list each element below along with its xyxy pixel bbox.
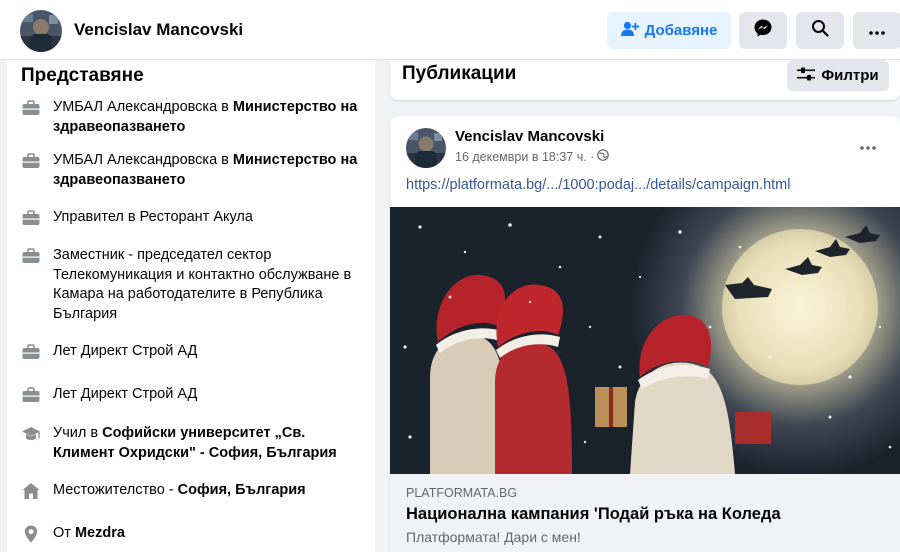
post-time-text[interactable]: 16 декември в 18:37 ч. · bbox=[455, 150, 594, 164]
post-options-button[interactable] bbox=[850, 134, 886, 158]
post-image[interactable] bbox=[390, 207, 900, 474]
add-friend-button[interactable]: Добавяне bbox=[607, 12, 731, 49]
intro-item-text: От Mezdra bbox=[53, 525, 125, 541]
intro-item-residence: Местожителство - София, България bbox=[21, 481, 366, 501]
avatar[interactable] bbox=[406, 128, 446, 168]
intro-item-link[interactable]: Mezdra bbox=[75, 525, 125, 541]
post-link[interactable]: https://platformata.bg/.../1000:podaj...… bbox=[406, 177, 790, 193]
search-button[interactable] bbox=[796, 12, 844, 49]
intro-item-text: УМБАЛ Александровска в Министерство на з… bbox=[53, 152, 358, 188]
more-icon bbox=[860, 137, 876, 155]
briefcase-icon bbox=[21, 246, 41, 266]
intro-item-text: Местожителство - София, България bbox=[53, 482, 306, 498]
intro-item-hometown: От Mezdra bbox=[21, 524, 366, 544]
intro-item-text: Лет Директ Строй АД bbox=[53, 386, 198, 402]
posts-title: Публикации bbox=[402, 63, 517, 84]
posts-header: Публикации Филтри bbox=[390, 60, 900, 100]
preview-domain: PLATFORMATA.BG bbox=[406, 486, 518, 500]
intro-item-work: УМБАЛ Александровска в Министерство на з… bbox=[21, 151, 366, 190]
intro-item-text: Учил в Софийски университет „Св. Климент… bbox=[53, 425, 337, 461]
preview-title[interactable]: Национална кампания 'Подай ръка на Колед… bbox=[406, 505, 781, 524]
person-add-icon bbox=[620, 21, 639, 41]
filters-button[interactable]: Филтри bbox=[787, 60, 889, 91]
post-author[interactable]: Vencislav Mancovski bbox=[455, 128, 604, 145]
profile-name[interactable]: Vencislav Mancovski bbox=[74, 20, 243, 40]
more-icon bbox=[869, 22, 885, 40]
intro-item-text: УМБАЛ Александровска в Министерство на з… bbox=[53, 99, 358, 135]
intro-item-link[interactable]: София, България bbox=[178, 482, 306, 498]
intro-item-text: Лет Директ Строй АД bbox=[53, 343, 198, 359]
location-pin-icon bbox=[21, 524, 41, 544]
preview-subtitle: Платформата! Дари с мен! bbox=[406, 529, 581, 545]
filters-label: Филтри bbox=[821, 67, 879, 84]
avatar[interactable] bbox=[20, 10, 62, 52]
briefcase-icon bbox=[21, 208, 41, 228]
profile-header-bar: Vencislav Mancovski Добавяне bbox=[0, 0, 900, 60]
add-button-label: Добавяне bbox=[644, 22, 718, 39]
intro-item-work: Управител в Ресторант Акула bbox=[21, 208, 366, 228]
intro-item-work: Лет Директ Строй АД bbox=[21, 342, 366, 362]
post-timestamp: 16 декември в 18:37 ч. · bbox=[455, 149, 610, 164]
messenger-button[interactable] bbox=[739, 12, 787, 49]
link-preview[interactable]: PLATFORMATA.BG Национална кампания 'Пода… bbox=[390, 474, 900, 552]
search-icon bbox=[811, 19, 829, 42]
intro-item-text: Заместник - председател сектор Телекомун… bbox=[53, 247, 352, 322]
briefcase-icon bbox=[21, 151, 41, 171]
briefcase-icon bbox=[21, 98, 41, 118]
intro-item-work: Заместник - председател сектор Телекомун… bbox=[21, 246, 366, 324]
intro-item-text: Управител в Ресторант Акула bbox=[53, 209, 253, 225]
briefcase-icon bbox=[21, 385, 41, 405]
graduation-cap-icon bbox=[21, 424, 41, 444]
home-icon bbox=[21, 481, 41, 501]
intro-item-work: Лет Директ Строй АД bbox=[21, 385, 366, 405]
intro-item-work: УМБАЛ Александровска в Министерство на з… bbox=[21, 98, 366, 137]
intro-item-education: Учил в Софийски университет „Св. Климент… bbox=[21, 424, 366, 463]
filter-sliders-icon bbox=[797, 67, 816, 85]
messenger-icon bbox=[753, 18, 773, 43]
intro-title: Представяне bbox=[21, 65, 144, 86]
post-card: Vencislav Mancovski 16 декември в 18:37 … bbox=[390, 116, 900, 552]
globe-icon bbox=[597, 149, 610, 164]
intro-panel: Представяне УМБАЛ Александровска в Минис… bbox=[7, 60, 375, 552]
more-options-button[interactable] bbox=[853, 12, 900, 49]
briefcase-icon bbox=[21, 342, 41, 362]
